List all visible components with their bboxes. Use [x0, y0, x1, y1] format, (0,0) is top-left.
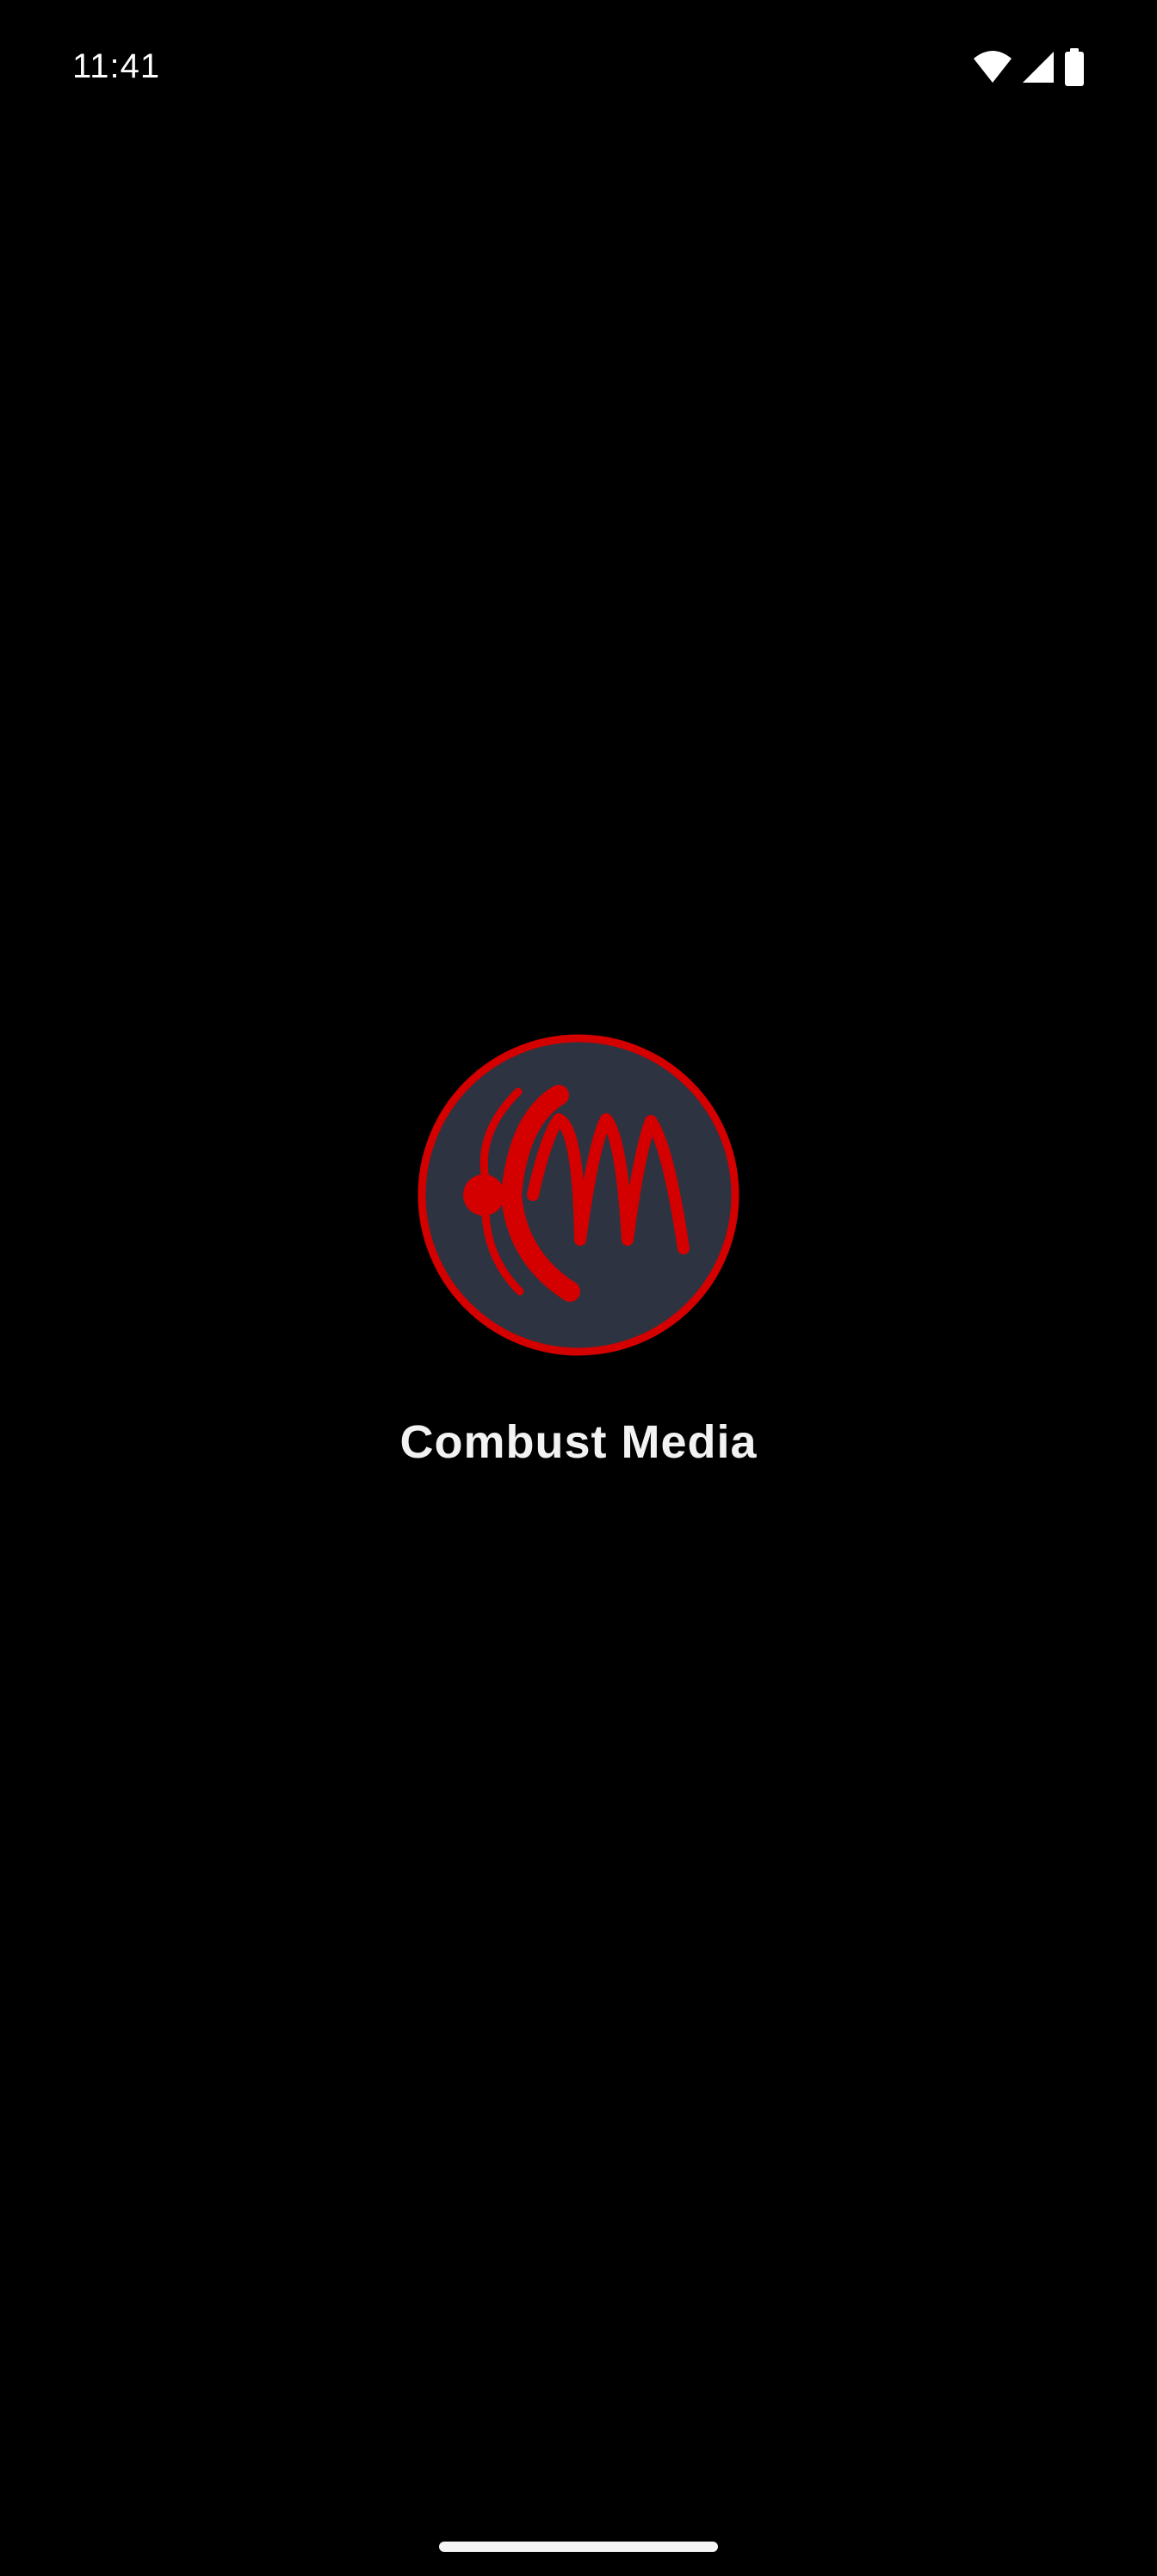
battery-icon — [1065, 48, 1084, 86]
cell-signal-icon — [1023, 52, 1054, 83]
status-time: 11:41 — [72, 47, 161, 85]
splash-screen: Combust Media — [0, 1033, 1157, 1481]
combust-media-logo — [418, 1034, 739, 1356]
app-name: Combust Media — [399, 1416, 758, 1468]
wifi-icon — [974, 51, 1012, 83]
logo-dot — [463, 1174, 504, 1216]
status-icons — [973, 48, 1085, 86]
navigation-handle[interactable] — [439, 2542, 718, 2552]
status-bar: 11:41 — [0, 0, 1157, 129]
